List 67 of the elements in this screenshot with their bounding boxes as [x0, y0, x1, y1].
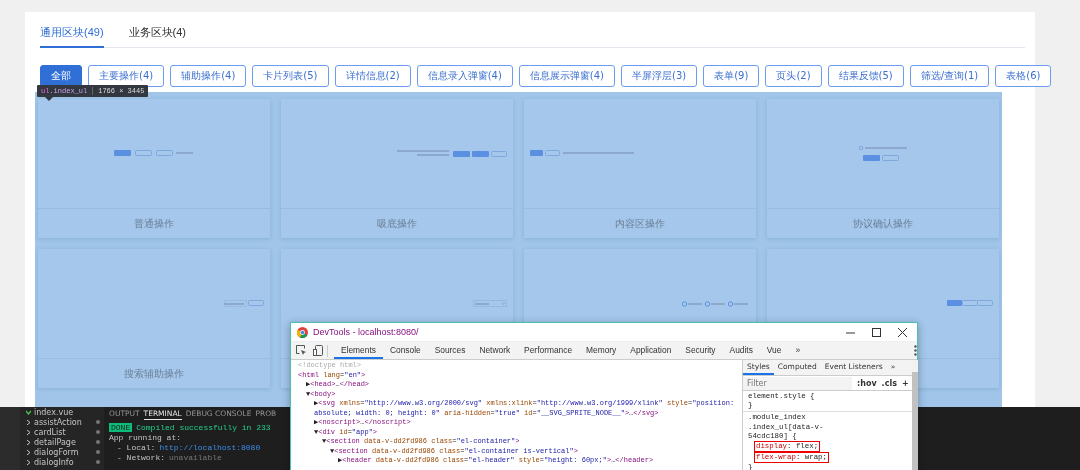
- filter-button[interactable]: 表单(9): [703, 65, 760, 87]
- devtools-tab[interactable]: Console: [382, 342, 428, 359]
- modified-dot-icon: [96, 430, 100, 434]
- preview-drawing: [224, 300, 264, 307]
- filter-button[interactable]: 表格(6): [995, 65, 1052, 87]
- filter-button[interactable]: 筛选/查询(1): [909, 65, 990, 87]
- card-title: 普通操作: [134, 216, 174, 231]
- devtools-tab[interactable]: Elements: [334, 342, 383, 359]
- file-tree-item[interactable]: cardList: [34, 427, 93, 437]
- style-toolbar-button[interactable]: .cls: [881, 378, 897, 388]
- file-tree-item[interactable]: index.vue: [34, 407, 100, 417]
- file-tree-item[interactable]: dialogForm: [34, 447, 93, 457]
- preview-drawing: [473, 300, 507, 307]
- browser-icon: [297, 326, 308, 338]
- devtools-tab[interactable]: Vue: [759, 342, 789, 359]
- card-title: 吸底操作: [377, 216, 417, 231]
- preview-drawing: [947, 300, 993, 307]
- style-toolbar-button[interactable]: +: [901, 378, 909, 388]
- devtools-tab[interactable]: Performance: [517, 342, 580, 359]
- window-title: DevTools - localhost:8080/: [313, 327, 420, 337]
- terminal-text: - Local:: [117, 443, 156, 452]
- preview-drawing: [682, 300, 750, 307]
- device-icon: [313, 345, 323, 356]
- devtools-tab[interactable]: Security: [678, 342, 723, 359]
- terminal-text: Compiled successfully in 233: [136, 423, 271, 432]
- inspect-icon: [296, 345, 307, 356]
- devtools-tab[interactable]: Audits: [722, 342, 760, 359]
- kebab-menu-icon: [914, 345, 917, 356]
- filter-button[interactable]: 半屏浮层(3): [621, 65, 698, 87]
- close-icon: [898, 327, 907, 337]
- file-tree-item[interactable]: detailPage: [34, 437, 93, 447]
- filter-button[interactable]: 页头(2): [765, 65, 822, 87]
- card-title: 搜索辅助操作: [124, 366, 184, 381]
- terminal-text: App running at:: [109, 433, 181, 442]
- filter-button[interactable]: 全部: [40, 65, 82, 87]
- filter-button[interactable]: 信息展示弹窗(4): [518, 65, 616, 87]
- filter-button[interactable]: 主要操作(4): [88, 65, 165, 87]
- terminal-text: unavailable: [169, 453, 222, 462]
- terminal-link[interactable]: http://localhost:8080: [159, 443, 261, 452]
- status-badge: DONE: [109, 423, 133, 432]
- maximize-icon: [872, 327, 881, 337]
- page-tab[interactable]: 业务区块(4): [128, 25, 186, 48]
- file-tree-item[interactable]: dialogInfo: [34, 457, 93, 467]
- card-title: 内容区操作: [615, 216, 665, 231]
- filter-button[interactable]: 信息录入弹窗(4): [416, 65, 513, 87]
- card-title: 协议确认操作: [853, 216, 913, 231]
- modified-dot-icon: [96, 460, 100, 464]
- terminal-text: - Network:: [117, 453, 165, 462]
- devtools-tab[interactable]: Memory: [579, 342, 624, 359]
- filter-button[interactable]: 结果反馈(5): [827, 65, 904, 87]
- style-toolbar-button[interactable]: :hov: [857, 378, 877, 388]
- filter-button[interactable]: 辅助操作(4): [170, 65, 247, 87]
- preview-drawing: [859, 145, 907, 162]
- page-tab[interactable]: 通用区块(49): [40, 25, 104, 48]
- scrollbar[interactable]: [911, 360, 918, 470]
- more-tabs-button[interactable]: »: [788, 342, 808, 359]
- devtools-tab[interactable]: Sources: [427, 342, 473, 359]
- modified-dot-icon: [96, 450, 100, 454]
- modified-dot-icon: [96, 440, 100, 444]
- file-tree-item[interactable]: assistAction: [34, 417, 93, 427]
- devtools-tab[interactable]: Network: [472, 342, 518, 359]
- chevron-down-icon: [26, 409, 31, 415]
- devtools-tab[interactable]: Application: [623, 342, 679, 359]
- filter-button[interactable]: 卡片列表(5): [252, 65, 329, 87]
- filter-button[interactable]: 详情信息(2): [334, 65, 411, 87]
- filter-field[interactable]: Filter: [743, 376, 852, 390]
- modified-dot-icon: [96, 420, 100, 424]
